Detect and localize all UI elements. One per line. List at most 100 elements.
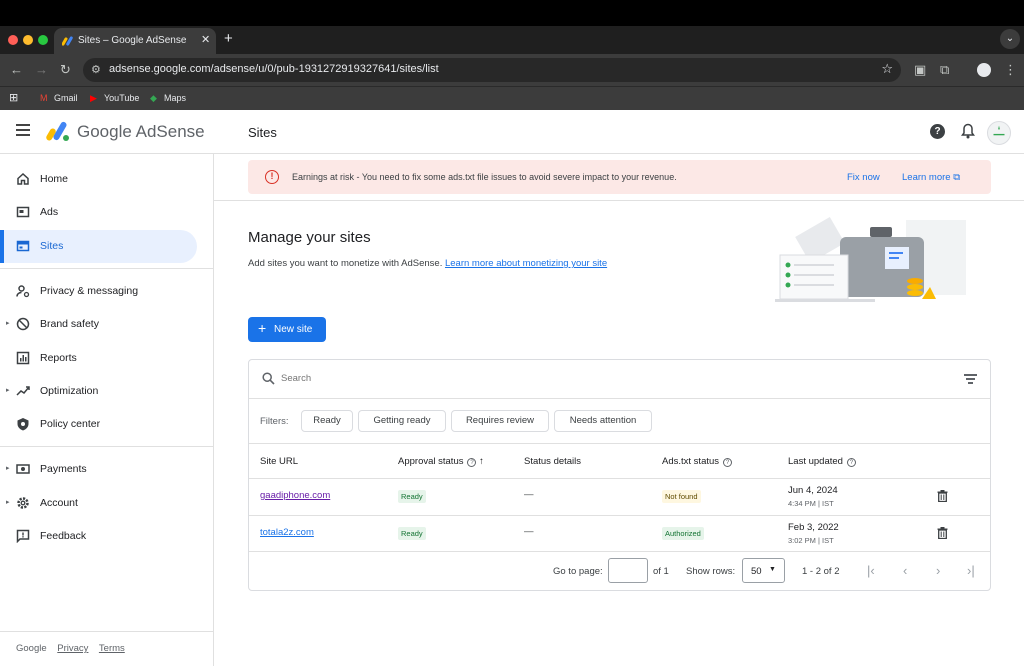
sidebar-item-optimization[interactable]: ▸ Optimization (0, 375, 197, 408)
maximize-window-button[interactable] (38, 35, 48, 45)
profile-avatar-icon[interactable] (977, 63, 991, 77)
bookmark-youtube[interactable]: ▶ YouTube (90, 93, 139, 104)
sidebar: Home Ads Sites Privacy & messaging ▸ Bra… (0, 154, 213, 666)
external-link-icon: ⧉ (953, 172, 961, 183)
column-header-site-url[interactable]: Site URL (260, 456, 298, 467)
delete-trash-icon[interactable] (937, 490, 948, 502)
brand-name: Google AdSense (77, 122, 205, 141)
privacy-icon (16, 285, 30, 298)
sidebar-item-feedback[interactable]: Feedback (0, 520, 197, 553)
search-input[interactable] (281, 373, 581, 384)
help-circle-icon[interactable]: ? (846, 458, 856, 467)
sidebar-item-sites[interactable]: Sites (0, 230, 197, 263)
address-bar[interactable]: ⚙ adsense.google.com/adsense/u/0/pub-193… (83, 58, 901, 82)
close-tab-icon[interactable]: ✕ (201, 33, 210, 46)
sidebar-item-privacy-messaging[interactable]: Privacy & messaging (0, 275, 197, 308)
new-tab-button[interactable]: + (224, 30, 233, 47)
sidebar-divider (213, 154, 214, 666)
maps-icon: ◆ (150, 93, 157, 103)
column-header-approval-status[interactable]: Approval status? ↑ (398, 456, 484, 467)
expand-caret-icon: ▸ (6, 320, 10, 327)
site-url-link[interactable]: gaadiphone.com (260, 490, 330, 501)
filter-chip-ready[interactable]: Ready (301, 410, 353, 432)
column-header-status-details[interactable]: Status details (524, 456, 581, 467)
gmail-icon: M (40, 93, 48, 103)
first-page-icon[interactable]: |‹ (867, 563, 875, 578)
filter-list-icon[interactable] (964, 374, 977, 384)
dropdown-arrow-icon: ▼ (769, 566, 776, 573)
home-icon (17, 172, 29, 185)
sidebar-item-home[interactable]: Home (0, 163, 197, 196)
help-circle-icon[interactable]: ? (467, 458, 477, 467)
forward-icon[interactable]: → (35, 62, 48, 77)
extensions-puzzle-icon[interactable]: ⧉ (940, 62, 949, 78)
monetizing-link[interactable]: Learn more about monetizing your site (445, 258, 607, 269)
menu-icon[interactable] (16, 124, 30, 136)
column-header-ads-txt-status[interactable]: Ads.txt status? (662, 456, 733, 467)
sidebar-separator (0, 631, 213, 632)
manage-sites-subtitle: Add sites you want to monetize with AdSe… (248, 258, 608, 269)
bookmark-star-icon[interactable]: ☆ (881, 61, 893, 77)
next-page-icon[interactable]: › (936, 563, 940, 578)
main-separator (214, 200, 1024, 201)
error-icon: ! (265, 170, 279, 184)
sidebar-item-policy-center[interactable]: Policy center (0, 408, 197, 441)
filter-chip-getting-ready[interactable]: Getting ready (358, 410, 446, 432)
reload-icon[interactable]: ↻ (60, 62, 71, 78)
filter-chip-needs-attention[interactable]: Needs attention (554, 410, 652, 432)
apps-grid-icon[interactable]: ⊞ (9, 91, 18, 104)
delete-trash-icon[interactable] (937, 527, 948, 539)
url-text: adsense.google.com/adsense/u/0/pub-19312… (109, 63, 439, 75)
account-avatar[interactable] (987, 121, 1011, 145)
expand-caret-icon: ▸ (6, 499, 10, 506)
learn-more-link[interactable]: Learn more ⧉ (902, 172, 960, 183)
tab-search-button[interactable]: ⌄ (1000, 29, 1020, 49)
filter-chip-requires-review[interactable]: Requires review (451, 410, 549, 432)
last-page-icon[interactable]: ›| (967, 563, 975, 578)
rows-per-page-select[interactable]: 50 ▼ (742, 558, 785, 583)
site-info-icon[interactable]: ⚙ (91, 63, 101, 76)
ads-txt-status-badge: Not found (662, 490, 701, 503)
last-updated-date: Jun 4, 2024 (788, 485, 838, 496)
sidebar-item-account[interactable]: ▸ Account (0, 487, 197, 520)
ads-icon (16, 206, 30, 218)
browser-menu-icon[interactable]: ⋮ (1004, 62, 1017, 78)
feedback-icon (16, 529, 30, 543)
new-site-button[interactable]: + New site (248, 317, 326, 342)
notifications-bell-icon[interactable] (961, 123, 975, 139)
sidebar-item-payments[interactable]: ▸ Payments (0, 453, 197, 486)
account-avatar-icon (993, 125, 1005, 136)
last-updated-time: 4:34 PM | IST (788, 499, 834, 508)
previous-page-icon[interactable]: ‹ (903, 563, 907, 578)
close-window-button[interactable] (8, 35, 18, 45)
browser-tab[interactable]: Sites – Google AdSense ✕ (54, 28, 216, 54)
show-rows-label: Show rows: (686, 566, 736, 577)
bookmark-gmail[interactable]: M Gmail (40, 93, 78, 103)
back-icon[interactable]: ← (10, 62, 23, 77)
approval-status-badge: Ready (398, 490, 426, 503)
bookmarks-bar: ⊞ M Gmail ▶ YouTube ◆ Maps (0, 86, 1024, 110)
column-header-last-updated[interactable]: Last updated? (788, 456, 856, 467)
adsense-logo-icon (46, 121, 69, 141)
terms-link[interactable]: Terms (99, 643, 125, 654)
sort-arrow-up-icon: ↑ (479, 456, 484, 467)
sidebar-separator (0, 268, 213, 269)
card-divider (249, 398, 990, 399)
help-icon[interactable]: ? (930, 124, 945, 139)
fix-now-button[interactable]: Fix now (847, 172, 880, 183)
sidebar-separator (0, 446, 213, 447)
gear-icon (17, 497, 29, 509)
privacy-link[interactable]: Privacy (57, 643, 88, 654)
goto-page-input[interactable] (608, 558, 648, 583)
sidebar-item-brand-safety[interactable]: ▸ Brand safety (0, 308, 197, 341)
help-circle-icon[interactable]: ? (723, 458, 733, 467)
footer-google: Google (16, 643, 47, 654)
site-url-link[interactable]: totala2z.com (260, 527, 314, 538)
extension-icon[interactable]: ▣ (914, 62, 926, 78)
bookmark-maps[interactable]: ◆ Maps (150, 93, 186, 104)
sidebar-item-reports[interactable]: Reports (0, 342, 197, 375)
block-icon (16, 317, 30, 331)
sidebar-item-ads[interactable]: Ads (0, 196, 197, 229)
minimize-window-button[interactable] (23, 35, 33, 45)
card-divider (249, 478, 990, 479)
